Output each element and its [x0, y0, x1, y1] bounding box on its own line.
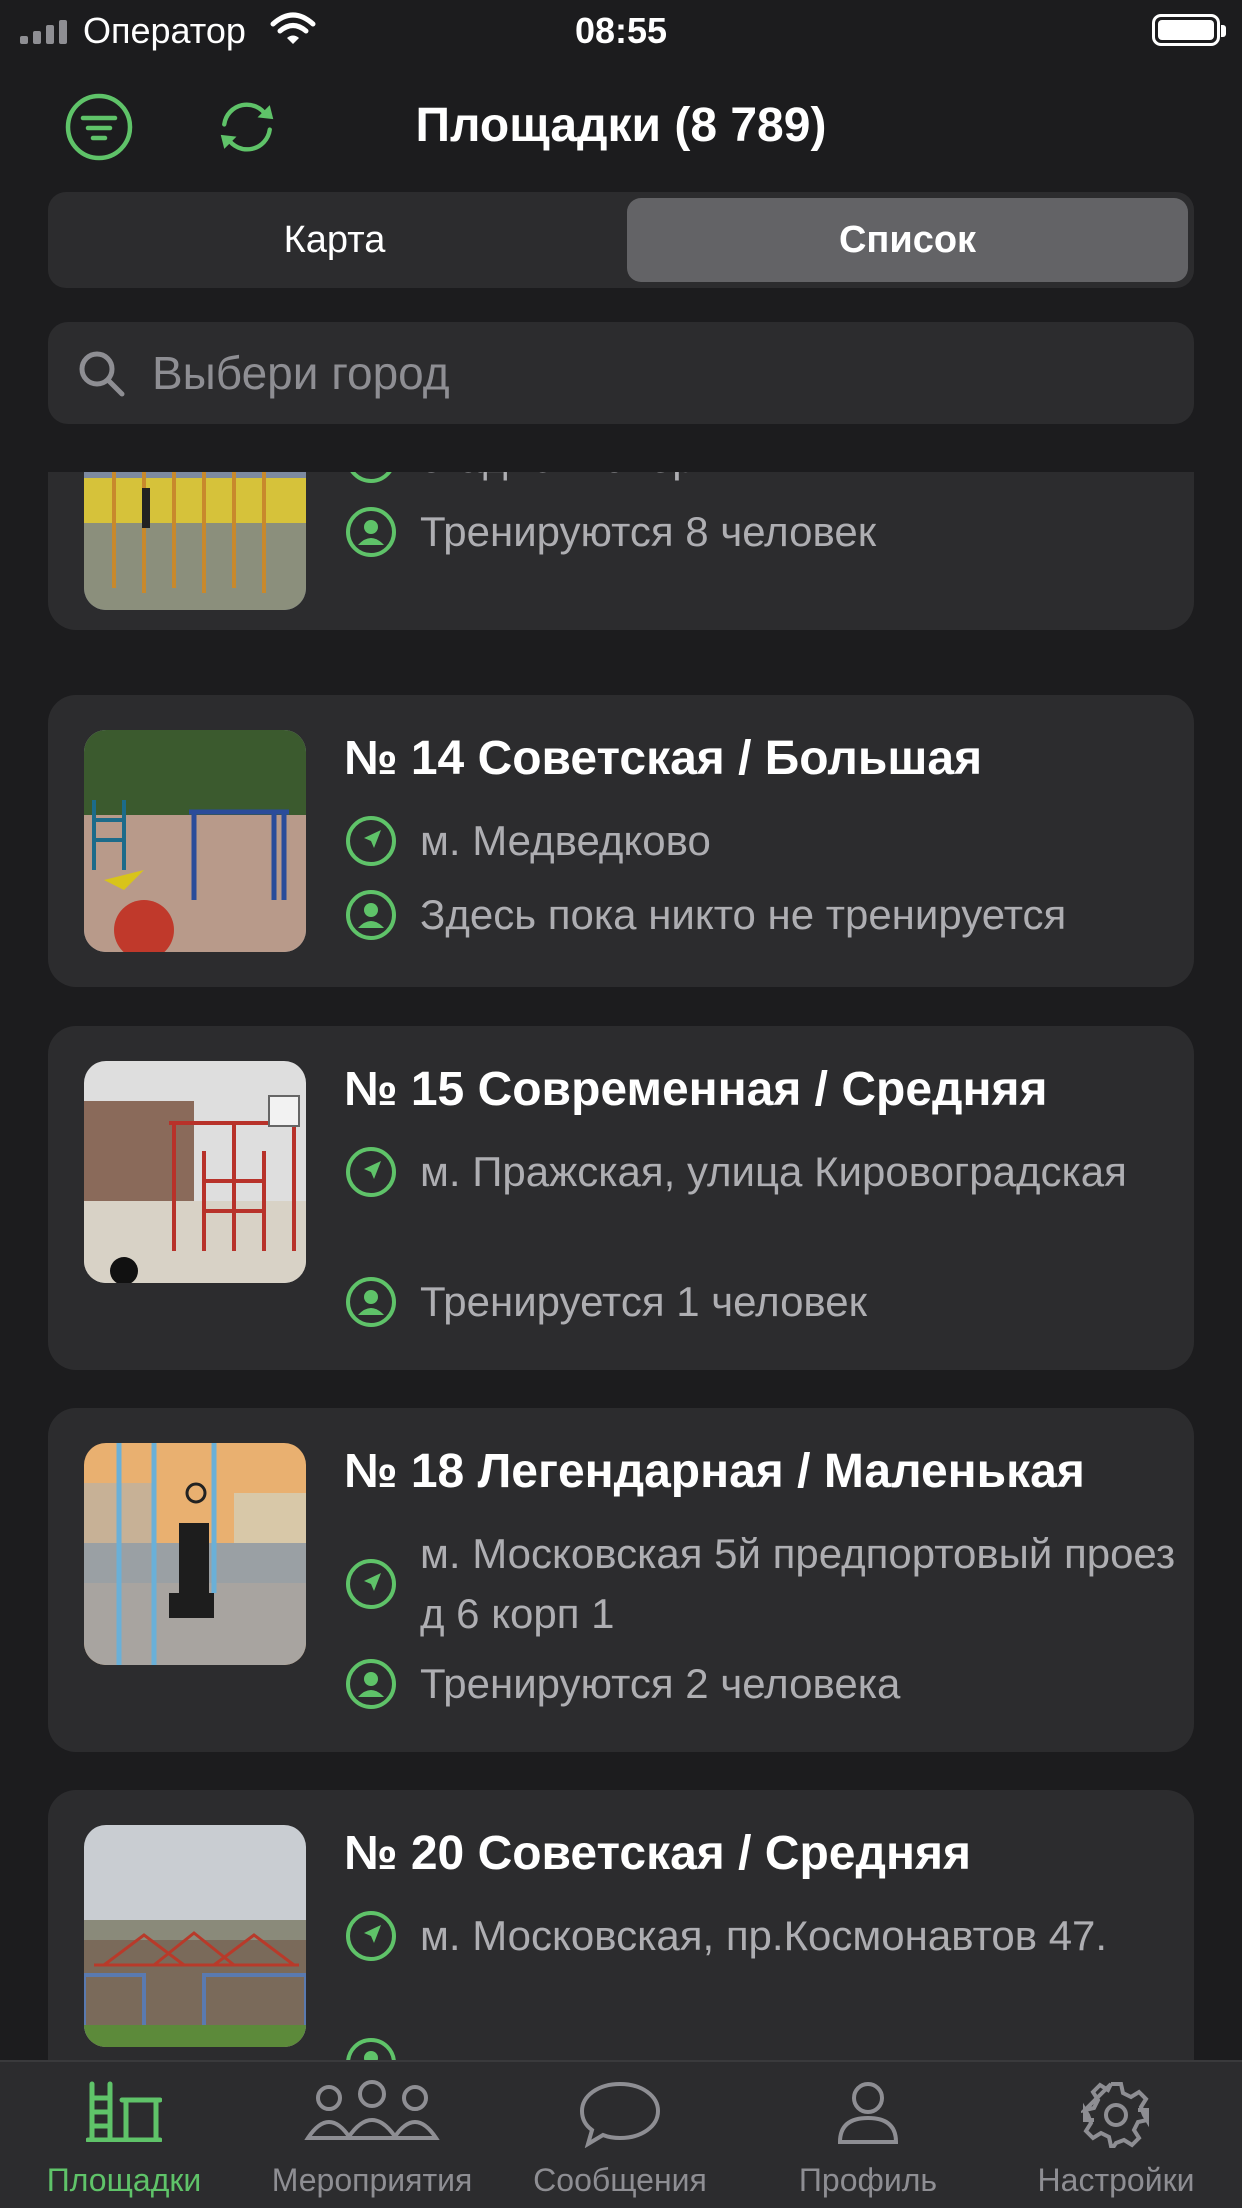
tab-parks[interactable]: Площадки — [0, 2062, 248, 2208]
park-location: м. Пражская, улица Кировоградская — [420, 1148, 1127, 1195]
tab-map[interactable]: Карта — [54, 198, 615, 282]
page-title: Площадки (8 789) — [415, 99, 827, 152]
park-people: Тренируются 8 человек — [420, 508, 877, 555]
messages-icon — [496, 2080, 744, 2148]
tab-list[interactable]: Список — [627, 198, 1188, 282]
park-card[interactable]: № 20 Советская / Средняя м. Московская, … — [48, 1790, 1194, 2060]
city-search — [48, 322, 1194, 424]
park-card[interactable]: стадион "энергия" Тренируются 8 человек — [48, 472, 1194, 630]
park-people-row — [344, 2036, 1180, 2060]
park-people: Здесь пока никто не тренируется — [420, 891, 1067, 938]
park-people-row: Тренируется 1 человек — [344, 1272, 1180, 1332]
park-location-row: м. Московская 5й предпортовый проез д 6 … — [344, 1524, 1180, 1644]
tab-label: Настройки — [1037, 2162, 1195, 2198]
battery-icon — [1152, 14, 1226, 46]
person-icon — [344, 1275, 398, 1329]
park-photo — [84, 1825, 306, 2047]
profile-icon — [744, 2080, 992, 2146]
park-location: стадион "энергия" — [420, 472, 1180, 488]
park-people-row: Тренируются 2 человека — [344, 1654, 1180, 1714]
park-photo — [84, 1443, 306, 1665]
person-icon — [344, 2036, 398, 2060]
park-location: м. Московская 5й предпортовый проез д 6 … — [420, 1530, 1176, 1637]
park-title: № 15 Современная / Средняя — [344, 1063, 1048, 1116]
park-location: м. Московская, пр.Космонавтов 47. — [420, 1912, 1108, 1959]
location-icon — [344, 1909, 398, 1963]
park-title: № 14 Советская / Большая — [344, 732, 983, 785]
location-icon — [344, 472, 398, 485]
parks-list: стадион "энергия" Тренируются 8 человек — [0, 472, 1242, 2060]
park-card[interactable]: № 18 Легендарная / Маленькая м. Московск… — [48, 1408, 1194, 1752]
parks-icon — [0, 2080, 248, 2142]
park-location-row: м. Московская, пр.Космонавтов 47. — [344, 1906, 1180, 1966]
events-icon — [248, 2080, 496, 2146]
park-card[interactable]: № 14 Советская / Большая м. Медведково З… — [48, 695, 1194, 987]
person-icon — [344, 1657, 398, 1711]
clock: 08:55 — [574, 10, 668, 51]
park-card[interactable]: № 15 Современная / Средняя м. Пражская, … — [48, 1026, 1194, 1370]
park-title: № 18 Легендарная / Маленькая — [344, 1445, 1085, 1498]
location-icon — [344, 1145, 398, 1199]
park-photo — [84, 1061, 306, 1283]
park-location-row: м. Медведково — [344, 811, 1180, 871]
person-icon — [344, 888, 398, 942]
tab-messages[interactable]: Сообщения — [496, 2062, 744, 2208]
park-location-row: стадион "энергия" — [344, 472, 1180, 488]
park-location: м. Медведково — [420, 817, 711, 864]
tab-label: Профиль — [798, 2162, 938, 2198]
person-icon — [344, 505, 398, 559]
park-people: Тренируется 1 человек — [420, 1278, 868, 1325]
tab-settings[interactable]: Настройки — [992, 2062, 1240, 2208]
park-people-row: Тренируются 8 человек — [344, 502, 1180, 562]
tab-label: Площадки — [46, 2162, 202, 2198]
park-title: № 20 Советская / Средняя — [344, 1827, 971, 1880]
view-switcher: Карта Список — [48, 192, 1194, 288]
park-photo — [84, 472, 306, 610]
tab-events[interactable]: Мероприятия — [248, 2062, 496, 2208]
settings-icon — [992, 2080, 1240, 2150]
tab-label: Сообщения — [533, 2162, 707, 2198]
location-icon — [344, 814, 398, 868]
tab-label: Мероприятия — [271, 2162, 473, 2198]
tab-bar: Площадки Мероприятия Сообщения Профиль Н… — [0, 2060, 1242, 2208]
park-photo — [84, 730, 306, 952]
search-icon — [79, 351, 125, 397]
park-people-row: Здесь пока никто не тренируется — [344, 885, 1180, 945]
location-icon — [344, 1557, 398, 1611]
status-bar: Оператор 08:55 — [0, 0, 1242, 62]
tab-profile[interactable]: Профиль — [744, 2062, 992, 2208]
park-location-row: м. Пражская, улица Кировоградская — [344, 1142, 1180, 1202]
search-input[interactable] — [152, 322, 1152, 424]
park-people: Тренируются 2 человека — [420, 1660, 901, 1707]
